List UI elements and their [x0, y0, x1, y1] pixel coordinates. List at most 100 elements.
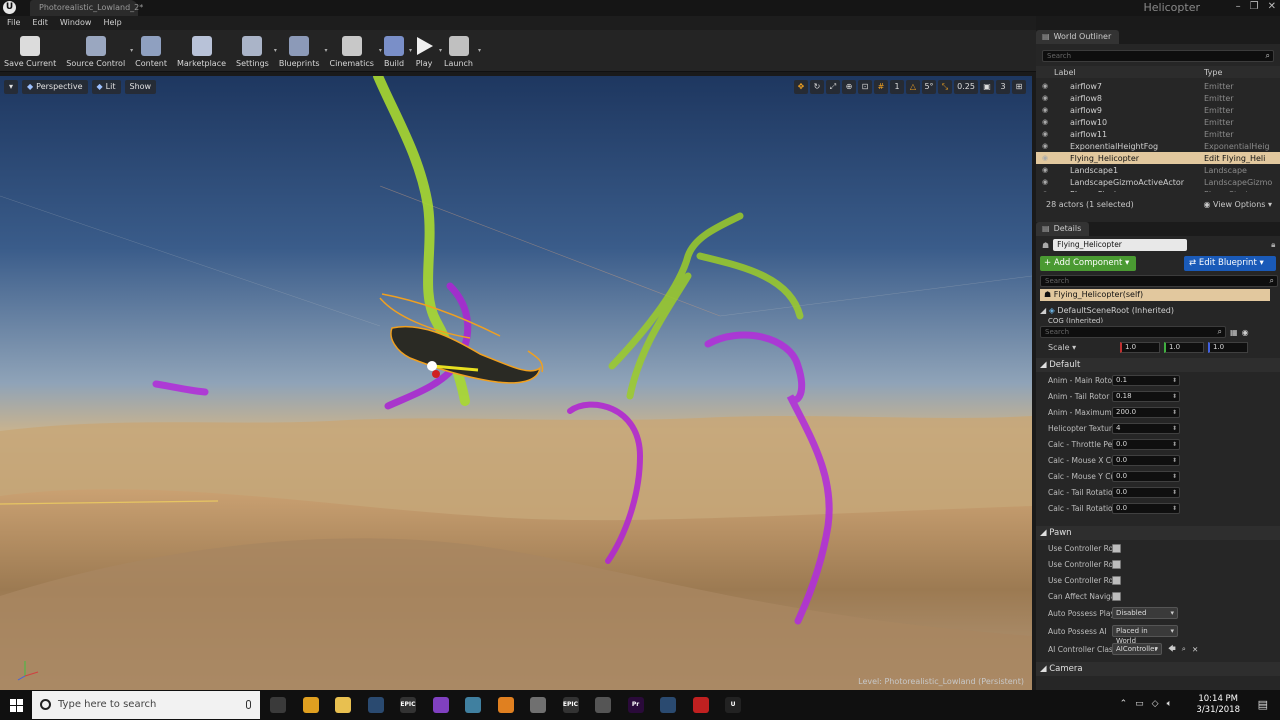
close-icon[interactable]: ✕ [1268, 0, 1276, 16]
maximize-viewport-icon[interactable]: ⊞ [1012, 80, 1026, 94]
view-options-button[interactable]: ◉ View Options ▾ [1204, 200, 1273, 209]
taskbar-app[interactable] [457, 690, 489, 720]
visibility-eye-icon[interactable]: ◉ [1036, 166, 1054, 174]
visibility-eye-icon[interactable]: ◉ [1036, 130, 1054, 138]
show-button[interactable]: Show [124, 80, 157, 94]
scale-y-field[interactable]: 1.0 [1164, 341, 1204, 353]
settings-button[interactable]: Settings ▾ [232, 31, 277, 71]
transform-gizmo-y[interactable] [432, 370, 440, 378]
property-value-field[interactable]: 0.18 [1112, 390, 1180, 402]
source-control-button[interactable]: Source Control ▾ [62, 31, 133, 71]
outliner-row[interactable]: ◉Player StartPlayerStart [1036, 188, 1280, 193]
outliner-row[interactable]: ◉ airflow11 Emitter [1036, 128, 1280, 140]
tray-expand-icon[interactable]: ⌃ [1120, 699, 1128, 709]
taskbar-app[interactable]: EPIC [555, 690, 587, 720]
level-tab[interactable]: Photorealistic_Lowland_2* [30, 0, 143, 16]
lit-button[interactable]: ◆ Lit [91, 80, 121, 94]
outliner-row[interactable]: ◉ LandscapeGizmoActiveActor LandscapeGizmo [1036, 176, 1280, 188]
surface-snap-icon[interactable]: ⊡ [858, 80, 872, 94]
microphone-icon[interactable] [246, 700, 251, 709]
clear-icon[interactable]: ✕ [1192, 645, 1198, 654]
arrow-left-icon[interactable]: 🡄︎ [1168, 643, 1176, 656]
category-default[interactable]: ◢ Default [1036, 358, 1280, 372]
column-label[interactable]: Label [1036, 68, 1204, 77]
viewport-scene[interactable] [0, 76, 1032, 690]
scale-z-field[interactable]: 1.0 [1208, 341, 1248, 353]
property-checkbox[interactable] [1112, 575, 1121, 585]
notification-icon[interactable]: ▤ [1258, 698, 1268, 711]
taskbar-app[interactable] [262, 690, 294, 720]
component-self-row[interactable]: ☗ Flying_Helicopter(self) [1040, 289, 1270, 301]
taskbar-app[interactable] [360, 690, 392, 720]
taskbar-search-box[interactable]: Type here to search [32, 691, 260, 719]
outliner-row[interactable]: ◉ airflow8 Emitter [1036, 92, 1280, 104]
add-component-button[interactable]: + Add Component ▾ [1040, 256, 1136, 271]
network-icon[interactable]: ▭ [1135, 699, 1144, 709]
property-value-field[interactable]: 200.0 [1112, 406, 1180, 418]
property-value-field[interactable]: 0.0 [1112, 470, 1180, 482]
rotate-mode-icon[interactable]: ↻ [810, 80, 824, 94]
tab-world-outliner[interactable]: ▤ World Outliner [1036, 30, 1120, 44]
start-button[interactable] [0, 690, 32, 720]
save-current-button[interactable]: Save Current [0, 31, 60, 71]
outliner-row[interactable]: ◉ airflow7 Emitter [1036, 80, 1280, 92]
outliner-row-type[interactable]: Edit Flying_Heli [1204, 154, 1265, 163]
outliner-row[interactable]: ◉ airflow10 Emitter [1036, 116, 1280, 128]
property-checkbox[interactable] [1112, 591, 1121, 601]
browse-icon[interactable]: ⌕ [1182, 644, 1186, 654]
tab-details[interactable]: ▤ Details [1036, 222, 1090, 236]
viewport-menu-button[interactable]: ▾ [4, 80, 19, 94]
outliner-row[interactable]: ◉ Flying_Helicopter Edit Flying_Heli [1036, 152, 1280, 164]
visibility-eye-icon[interactable]: ◉ [1036, 190, 1054, 192]
camera-speed-icon[interactable]: ▣ [980, 80, 994, 94]
lock-icon[interactable]: 🔒︎ [1271, 240, 1275, 250]
menu-edit[interactable]: Edit [32, 16, 48, 30]
angle-snap-value[interactable]: 5° [922, 80, 936, 94]
eye-icon[interactable]: ◉ [1242, 328, 1249, 337]
taskbar-app[interactable] [522, 690, 554, 720]
visibility-eye-icon[interactable]: ◉ [1036, 154, 1054, 162]
select-mode-icon[interactable]: ✥ [794, 80, 808, 94]
category-pawn[interactable]: ◢ Pawn [1036, 526, 1280, 540]
menu-help[interactable]: Help [103, 16, 121, 30]
blueprints-button[interactable]: Blueprints ▾ [275, 31, 328, 71]
angle-snap-icon[interactable]: △ [906, 80, 920, 94]
category-camera[interactable]: ◢ Camera [1036, 662, 1280, 676]
property-value-field[interactable]: 0.1 [1112, 374, 1180, 386]
component-cog-row[interactable]: COG (Inherited) [1048, 317, 1280, 323]
property-checkbox[interactable] [1112, 543, 1121, 553]
taskbar-app[interactable] [295, 690, 327, 720]
scale-snap-value[interactable]: 0.25 [954, 80, 978, 94]
scale-snap-icon[interactable]: ⤡ [938, 80, 952, 94]
launch-button[interactable]: Launch ▾ [440, 31, 481, 71]
outliner-row[interactable]: ◉ ExponentialHeightFog ExponentialHeig [1036, 140, 1280, 152]
taskbar-app[interactable] [685, 690, 717, 720]
maximize-icon[interactable]: ❐ [1250, 0, 1259, 16]
build-button[interactable]: Build ▾ [380, 31, 412, 71]
auto-possess-player-select[interactable]: Disabled [1112, 607, 1178, 619]
auto-possess-ai-select[interactable]: Placed in World [1112, 625, 1178, 645]
scale-mode-icon[interactable]: ⤢ [826, 80, 840, 94]
system-clock[interactable]: 10:14 PM 3/31/2018 [1196, 694, 1240, 716]
minimize-icon[interactable]: – [1236, 0, 1241, 16]
property-checkbox[interactable] [1112, 559, 1121, 569]
scale-label[interactable]: Scale ▾ [1036, 343, 1120, 352]
menu-file[interactable]: File [7, 16, 20, 30]
grid-size[interactable]: 1 [890, 80, 904, 94]
menu-window[interactable]: Window [60, 16, 92, 30]
taskbar-app[interactable] [652, 690, 684, 720]
volume-icon[interactable]: 🔈︎ [1167, 699, 1172, 709]
property-value-field[interactable]: 0.0 [1112, 438, 1180, 450]
play-button[interactable]: Play ▾ [410, 31, 442, 71]
world-space-icon[interactable]: ⊕ [842, 80, 856, 94]
visibility-eye-icon[interactable]: ◉ [1036, 94, 1054, 102]
property-matrix-icon[interactable]: ▦ [1230, 328, 1238, 337]
taskbar-app[interactable]: EPIC [392, 690, 424, 720]
scale-x-field[interactable]: 1.0 [1120, 341, 1160, 353]
content-button[interactable]: Content [131, 31, 171, 71]
actor-name-field[interactable]: Flying_Helicopter [1053, 239, 1188, 251]
marketplace-button[interactable]: Marketplace [173, 31, 230, 71]
taskbar-app[interactable] [425, 690, 457, 720]
transform-gizmo-origin[interactable] [427, 361, 437, 371]
outliner-row[interactable]: ◉ Landscape1 Landscape [1036, 164, 1280, 176]
